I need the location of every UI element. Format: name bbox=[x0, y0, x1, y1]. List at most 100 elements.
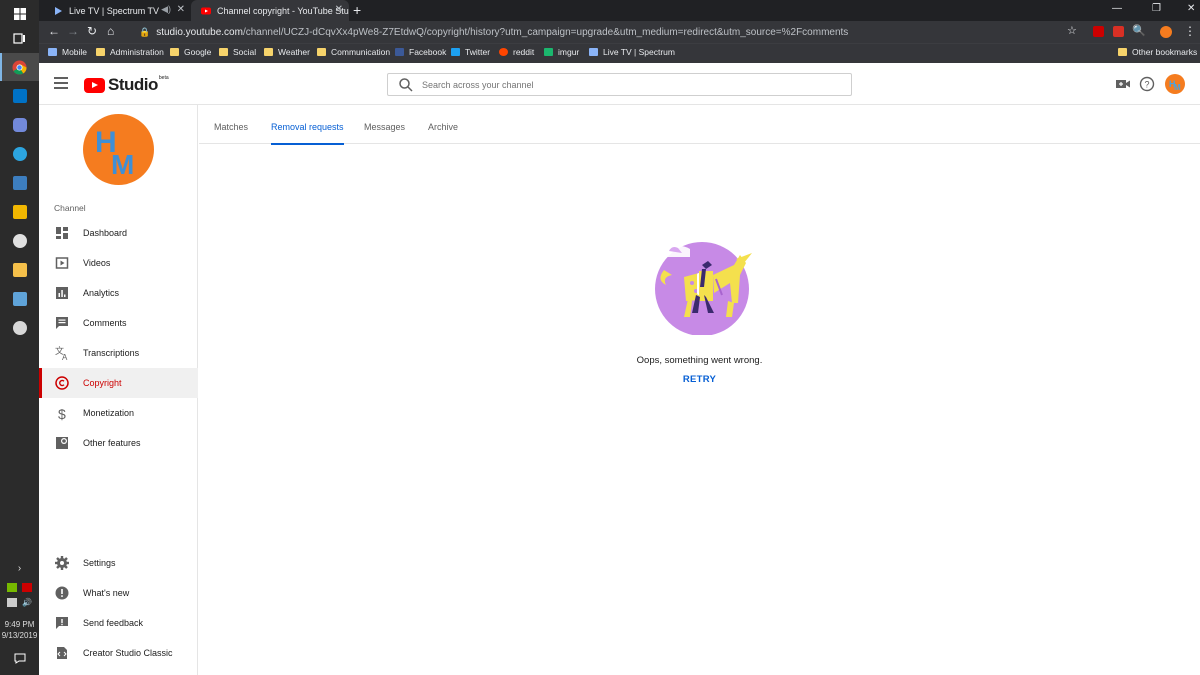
restore-button[interactable]: ❐ bbox=[1152, 3, 1161, 14]
bookmark-facebook[interactable]: Facebook bbox=[395, 47, 446, 57]
search-icon bbox=[399, 77, 413, 92]
classic-icon bbox=[57, 647, 67, 659]
taskbar-outlook[interactable] bbox=[0, 82, 39, 110]
bookmark-social[interactable]: Social bbox=[219, 47, 256, 57]
back-button[interactable]: ← bbox=[48, 24, 60, 38]
forward-button[interactable]: → bbox=[67, 24, 79, 38]
analytics-icon bbox=[56, 287, 68, 299]
sidebar-item-videos[interactable]: Videos bbox=[39, 248, 198, 278]
sidebar-item-monetization[interactable]: $ Monetization bbox=[39, 398, 198, 428]
browser-toolbar: ← → ↻ ⌂ 🔒 studio.youtube.com /channel/UC… bbox=[39, 21, 1200, 43]
minimize-button[interactable]: — bbox=[1112, 3, 1122, 14]
folder-icon bbox=[12, 263, 27, 277]
studio-logo[interactable]: Studio beta bbox=[84, 75, 169, 95]
taskbar-app-dark[interactable] bbox=[0, 227, 39, 255]
facebook-icon bbox=[395, 48, 404, 56]
feedback-icon bbox=[56, 617, 68, 629]
dashboard-icon bbox=[56, 227, 68, 239]
nvidia-icon[interactable] bbox=[7, 583, 17, 592]
tab-spectrum[interactable]: Live TV | Spectrum TV ◀) ✕ bbox=[43, 0, 191, 21]
tray-overflow[interactable]: › bbox=[0, 560, 39, 576]
folder-icon bbox=[219, 48, 228, 56]
taskbar-app-notes[interactable] bbox=[0, 169, 39, 197]
tab-matches[interactable]: Matches bbox=[214, 105, 248, 144]
sidebar-item-other-features[interactable]: Other features bbox=[39, 428, 198, 458]
clock-time[interactable]: 9:49 PM bbox=[0, 619, 39, 630]
taskbar-file-explorer[interactable] bbox=[0, 256, 39, 284]
youtube-play-icon bbox=[84, 77, 105, 93]
sidebar-item-comments[interactable]: Comments bbox=[39, 308, 198, 338]
bookmark-twitter[interactable]: Twitter bbox=[451, 47, 490, 57]
ublock-extension-icon[interactable] bbox=[1093, 26, 1104, 37]
search-box[interactable] bbox=[387, 73, 852, 96]
reload-button[interactable]: ↻ bbox=[87, 24, 97, 38]
chrome-icon bbox=[12, 59, 27, 75]
bookmark-weather[interactable]: Weather bbox=[264, 47, 310, 57]
lightbulb-app-icon bbox=[12, 205, 27, 219]
taskbar-photos[interactable] bbox=[0, 314, 39, 342]
search-input[interactable] bbox=[422, 79, 842, 90]
logo-text: Studio bbox=[108, 75, 158, 94]
retry-button[interactable]: RETRY bbox=[199, 374, 1200, 385]
notification-icon bbox=[14, 653, 25, 664]
home-button[interactable]: ⌂ bbox=[107, 24, 114, 38]
sidebar-item-send-feedback[interactable]: Send feedback bbox=[39, 608, 198, 638]
account-avatar[interactable]: HM bbox=[1165, 74, 1185, 94]
bookmark-mobile[interactable]: Mobile bbox=[48, 47, 87, 57]
hamburger-menu-icon[interactable] bbox=[54, 77, 68, 89]
tab-youtube-studio[interactable]: Channel copyright - YouTube Stu ✕ bbox=[191, 0, 349, 21]
action-center-button[interactable] bbox=[0, 644, 39, 672]
create-video-icon[interactable] bbox=[1115, 76, 1131, 92]
bookmark-star-icon[interactable]: ☆ bbox=[1067, 24, 1077, 37]
sidebar-item-label: Creator Studio Classic bbox=[83, 648, 173, 658]
sidebar-item-label: Transcriptions bbox=[83, 348, 140, 358]
sidebar-item-whats-new[interactable]: What's new bbox=[39, 578, 198, 608]
taskbar-chrome[interactable] bbox=[0, 53, 39, 81]
close-window-button[interactable]: ✕ bbox=[1187, 3, 1195, 14]
speaker-icon[interactable]: ◀) bbox=[161, 4, 171, 15]
other-bookmarks[interactable]: Other bookmarks bbox=[1118, 47, 1197, 57]
tray-app-icon[interactable] bbox=[22, 583, 32, 592]
help-icon[interactable]: ? bbox=[1139, 76, 1155, 92]
tab-messages[interactable]: Messages bbox=[364, 105, 405, 144]
bookmark-communication[interactable]: Communication bbox=[317, 47, 390, 57]
address-bar[interactable]: 🔒 studio.youtube.com /channel/UCZJ-dCqvX… bbox=[131, 23, 1099, 41]
sidebar-item-creator-studio-classic[interactable]: Creator Studio Classic bbox=[39, 638, 198, 668]
sidebar-item-analytics[interactable]: Analytics bbox=[39, 278, 198, 308]
channel-avatar[interactable]: H M bbox=[83, 114, 154, 185]
profile-avatar-icon[interactable] bbox=[1160, 26, 1172, 38]
folder-icon bbox=[317, 48, 326, 56]
network-icon[interactable] bbox=[7, 598, 17, 607]
close-tab-icon[interactable]: ✕ bbox=[177, 4, 185, 15]
sidebar-item-transcriptions[interactable]: 文A Transcriptions bbox=[39, 338, 198, 368]
sidebar-item-dashboard[interactable]: Dashboard bbox=[39, 218, 198, 248]
bookmark-imgur[interactable]: imgur bbox=[544, 47, 579, 57]
volume-icon[interactable]: 🔊 bbox=[22, 598, 32, 607]
bookmark-google[interactable]: Google bbox=[170, 47, 211, 57]
sidebar-item-copyright[interactable]: Copyright bbox=[39, 368, 198, 398]
taskbar-app-blue[interactable] bbox=[0, 285, 39, 313]
clock-date[interactable]: 9/13/2019 bbox=[0, 630, 39, 641]
menu-kebab-icon[interactable]: ⋮ bbox=[1184, 24, 1196, 38]
sidebar-item-settings[interactable]: Settings bbox=[39, 548, 198, 578]
bookmark-reddit[interactable]: reddit bbox=[499, 47, 534, 57]
sidebar-item-label: Videos bbox=[83, 258, 111, 268]
taskbar-discord[interactable] bbox=[0, 111, 39, 139]
new-tab-button[interactable]: + bbox=[353, 2, 361, 18]
tab-removal-requests[interactable]: Removal requests bbox=[271, 105, 344, 145]
studio-header: Studio beta ? HM bbox=[39, 63, 1200, 105]
lock-icon: 🔒 bbox=[139, 26, 151, 37]
taskbar-app-yellow[interactable] bbox=[0, 198, 39, 226]
bookmark-spectrum[interactable]: Live TV | Spectrum bbox=[589, 47, 675, 57]
close-tab-icon[interactable]: ✕ bbox=[335, 4, 343, 15]
zoom-icon[interactable]: 🔍 bbox=[1132, 24, 1146, 37]
taskbar-telegram[interactable] bbox=[0, 140, 39, 168]
task-view-button[interactable] bbox=[0, 24, 39, 52]
shield-extension-icon[interactable] bbox=[1113, 26, 1124, 37]
windows-icon bbox=[13, 8, 26, 20]
remote-desktop-icon bbox=[12, 292, 27, 306]
bookmark-administration[interactable]: Administration bbox=[96, 47, 164, 57]
bookmarks-bar: Mobile Administration Google Social Weat… bbox=[39, 43, 1200, 63]
tab-archive[interactable]: Archive bbox=[428, 105, 458, 144]
star-icon bbox=[48, 48, 57, 56]
